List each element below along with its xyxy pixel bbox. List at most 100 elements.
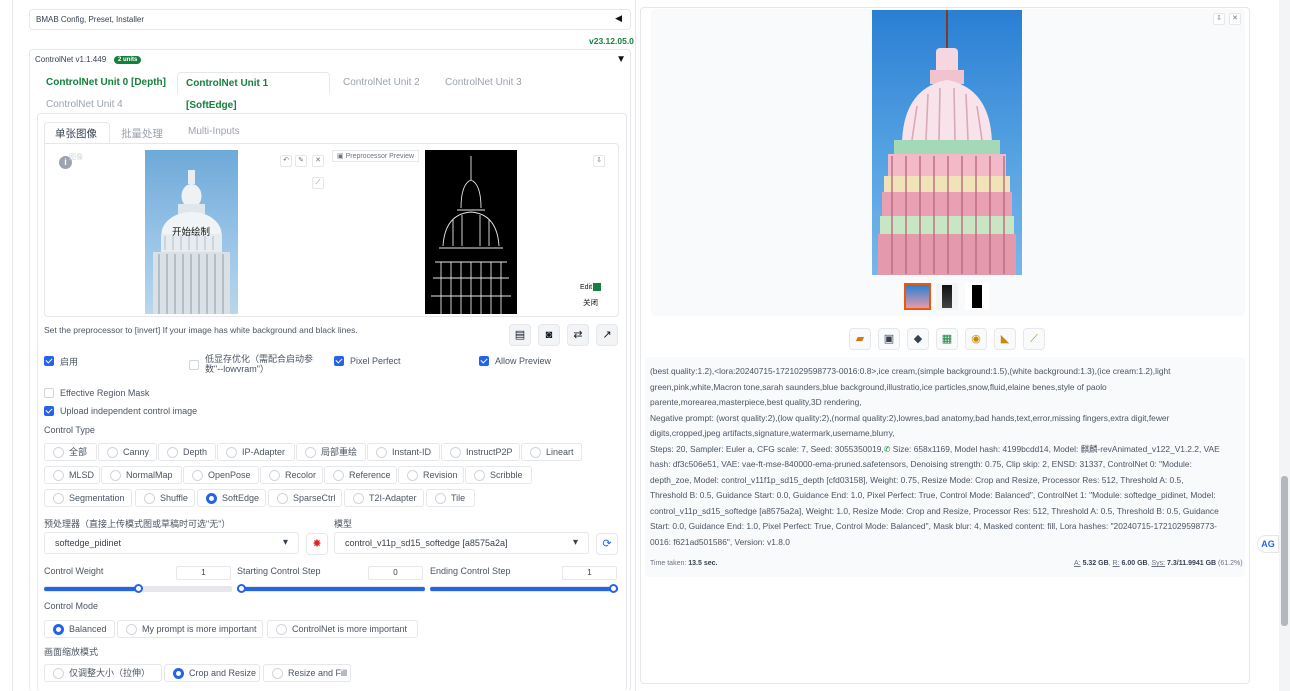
ending-step-fill [430, 587, 618, 591]
control-type-instant-id[interactable]: Instant-ID [367, 443, 440, 461]
mem-sys: 7.3/11.9941 GB [1167, 560, 1217, 567]
starting-step-slider[interactable] [237, 584, 425, 593]
control-mode-balanced[interactable]: Balanced [44, 620, 115, 638]
control-type-t2i-adapter[interactable]: T2I-Adapter [344, 489, 424, 507]
pixel-perfect-checkbox[interactable] [334, 356, 344, 366]
control-type-recolor[interactable]: Recolor [260, 466, 323, 484]
preprocessor-select[interactable]: softedge_pidinet [44, 532, 299, 554]
tab-unit-1[interactable]: ControlNet Unit 1 [SoftEdge] [177, 72, 330, 111]
thumbnail-2[interactable] [965, 283, 989, 310]
control-type-sparsectrl[interactable]: SparseCtrl [268, 489, 342, 507]
edit-link[interactable]: Edit [580, 283, 602, 291]
bmab-accordion[interactable]: BMAB Config, Preset, Installer ◀ [29, 9, 631, 30]
scrollbar-thumb[interactable] [1281, 476, 1288, 626]
open-folder-icon[interactable]: ▰ [849, 328, 871, 350]
control-weight-input[interactable]: 1 [176, 566, 231, 580]
control-type-ip-adapter[interactable]: IP-Adapter [217, 443, 295, 461]
control-type-openpose[interactable]: OpenPose [183, 466, 259, 484]
brush-tool-icon[interactable]: ⟋ [1023, 328, 1045, 350]
control-type-scribble[interactable]: Scribble [465, 466, 532, 484]
camera-icon[interactable]: ◙ [538, 324, 560, 346]
subtab-batch[interactable]: 批量处理 [121, 126, 163, 141]
subtab-multi[interactable]: Multi-Inputs [188, 126, 240, 137]
tab-unit-0[interactable]: ControlNet Unit 0 [Depth] [38, 72, 174, 94]
run-preprocessor-icon[interactable]: ✸ [306, 533, 328, 555]
collapse-left-icon[interactable]: ◀ [615, 13, 622, 24]
subtab-single-label: 单张图像 [55, 128, 97, 140]
control-weight-thumb[interactable] [134, 584, 143, 593]
close-preview-button[interactable]: 关闭 [583, 297, 598, 308]
params-steps: Steps: 20, Sampler: Euler a, CFG scale: … [650, 443, 884, 454]
control-type-mlsd[interactable]: MLSD [44, 466, 100, 484]
ending-step-thumb[interactable] [609, 584, 618, 593]
thumbnail-0[interactable] [904, 283, 931, 310]
send-to-extras-icon[interactable]: ◣ [994, 328, 1016, 350]
negative-prompt: Negative prompt: (worst quality:2),(low … [650, 412, 1170, 439]
control-type-shuffle[interactable]: Shuffle [135, 489, 195, 507]
send-to-img2img-icon[interactable]: ▦ [936, 328, 958, 350]
control-mode-prompt[interactable]: My prompt is more important [117, 620, 263, 638]
allow-preview-checkbox[interactable] [479, 356, 489, 366]
control-weight-slider[interactable] [44, 584, 232, 593]
preview-label-text: Preprocessor Preview [345, 153, 415, 160]
control-type-revision[interactable]: Revision [398, 466, 464, 484]
starting-step-input[interactable]: 0 [368, 566, 423, 580]
control-type-lineart[interactable]: Lineart [521, 443, 582, 461]
floating-translate-icon[interactable]: AG [1257, 535, 1279, 553]
undo-icon[interactable]: ↶ [280, 155, 292, 167]
image-label: 图像 [69, 154, 83, 161]
upload-independent-checkbox[interactable] [44, 406, 54, 416]
pixel-perfect-label: Pixel Perfect [350, 356, 401, 366]
mem-pct: (61.2%) [1218, 560, 1243, 567]
control-type-depth[interactable]: Depth [158, 443, 216, 461]
upload-independent-label: Upload independent control image [60, 406, 198, 416]
control-type-inpaint[interactable]: 局部重绘 [296, 443, 366, 461]
ending-step-slider[interactable] [430, 584, 618, 593]
units-badge: 2 units [114, 56, 142, 64]
starting-step-thumb[interactable] [237, 584, 246, 593]
download-icon[interactable]: ⇩ [593, 155, 605, 167]
control-type-all[interactable]: 全部 [44, 443, 97, 461]
preview-image [425, 150, 517, 314]
control-type-segmentation[interactable]: Segmentation [44, 489, 132, 507]
collapse-down-icon[interactable]: ▼ [616, 54, 626, 65]
close-icon[interactable]: ✕ [312, 155, 324, 167]
gallery-close-icon[interactable]: ✕ [1229, 13, 1241, 25]
effective-region-mask-checkbox[interactable] [44, 388, 54, 398]
resize-mode-just-resize[interactable]: 仅调整大小（拉伸） [44, 664, 162, 682]
send-to-inpaint-icon[interactable]: ◉ [965, 328, 987, 350]
mem-sys-label: Sys: [1151, 560, 1166, 567]
gallery-download-icon[interactable]: ⇩ [1213, 13, 1225, 25]
image-input-area[interactable]: i 图像 开始绘制 ↶ ✎ ✕ ⟋ [54, 147, 328, 314]
control-type-instructp2p[interactable]: InstructP2P [441, 443, 520, 461]
tab-unit-3[interactable]: ControlNet Unit 3 [437, 72, 530, 94]
save-icon[interactable]: ▣ [878, 328, 900, 350]
brush-icon[interactable]: ⟋ [312, 177, 324, 189]
control-weight-fill [44, 587, 138, 591]
edit-pen-icon[interactable]: ✎ [295, 155, 307, 167]
lowvram-checkbox[interactable] [189, 360, 199, 370]
mem-r: 6.00 GB [1121, 560, 1148, 567]
start-drawing-button[interactable]: 开始绘制 [172, 224, 210, 238]
resize-mode-fill[interactable]: Resize and Fill [263, 664, 351, 682]
control-type-normalmap[interactable]: NormalMap [101, 466, 182, 484]
preview-label: ▣ Preprocessor Preview [332, 150, 420, 162]
thumbnail-1[interactable] [936, 283, 958, 310]
control-type-tile[interactable]: Tile [426, 489, 475, 507]
refresh-models-icon[interactable]: ⟳ [596, 533, 618, 555]
control-type-canny[interactable]: Canny [98, 443, 157, 461]
resize-mode-crop[interactable]: Crop and Resize [164, 664, 260, 682]
control-type-softedge[interactable]: SoftEdge [197, 489, 266, 507]
swap-icon[interactable]: ⇄ [567, 324, 589, 346]
new-canvas-icon[interactable]: ▤ [509, 324, 531, 346]
control-mode-controlnet[interactable]: ControlNet is more important [267, 620, 418, 638]
model-select[interactable]: control_v11p_sd15_softedge [a8575a2a] [334, 532, 589, 554]
memory-stats: A: 5.32 GB, R: 6.00 GB, Sys: 7.3/11.9941… [1074, 560, 1243, 567]
control-type-reference[interactable]: Reference [324, 466, 397, 484]
ending-step-input[interactable]: 1 [562, 566, 617, 580]
send-dimensions-icon[interactable]: ↗ [596, 324, 618, 346]
zip-icon[interactable]: ◆ [907, 328, 929, 350]
tab-unit-2[interactable]: ControlNet Unit 2 [335, 72, 428, 94]
enable-checkbox[interactable] [44, 356, 54, 366]
output-image[interactable] [872, 10, 1022, 275]
